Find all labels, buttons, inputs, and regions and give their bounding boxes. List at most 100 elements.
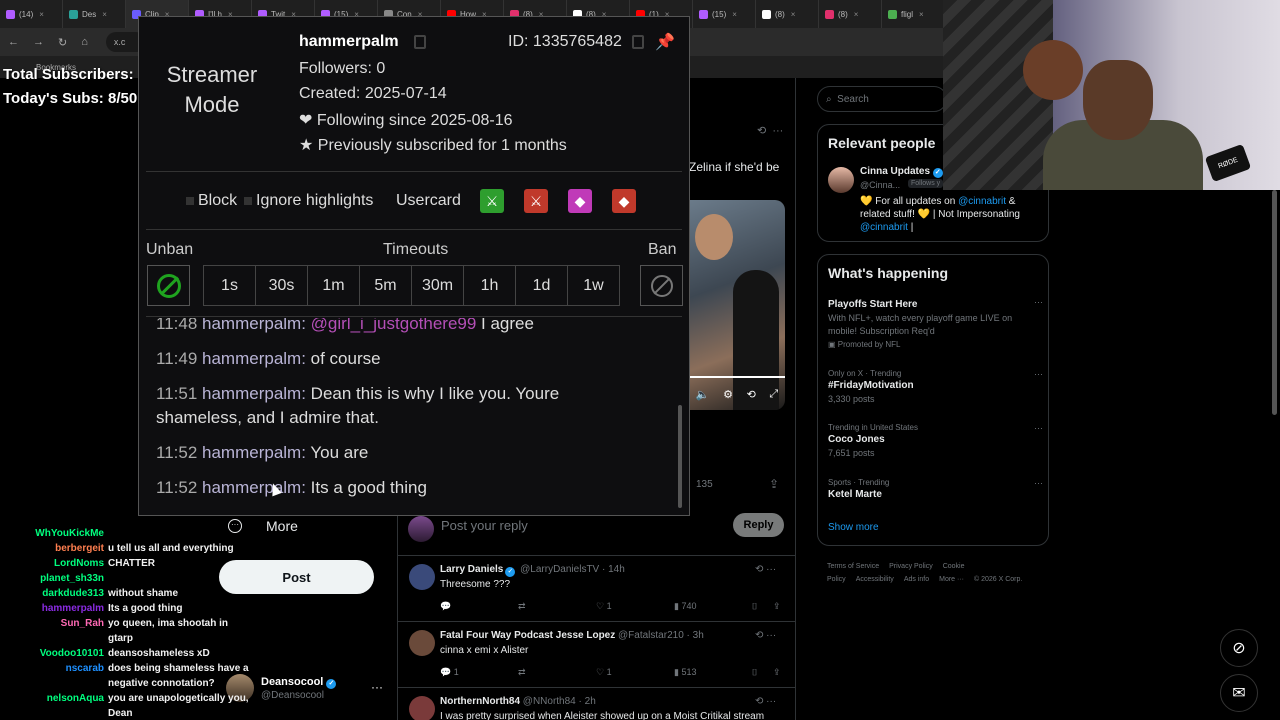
tweet[interactable]: NorthernNorth84 @NNorth84 · 2h ⟲ ··· I was…	[397, 688, 796, 720]
close-icon[interactable]: ×	[732, 10, 737, 19]
message-mention[interactable]: @girl_i_justgothere99	[311, 318, 477, 333]
tweet-more-icon[interactable]: ⟲ ···	[755, 630, 776, 641]
messages-icon[interactable]: ✉	[1220, 674, 1258, 712]
more-icon[interactable]: ···	[371, 680, 383, 694]
trend-item[interactable]: Trending in United States Coco Jones 7,6…	[828, 423, 1043, 460]
footer-link[interactable]: More ···	[939, 576, 964, 583]
message-username[interactable]: hammerpalm:	[202, 443, 306, 462]
footer-link[interactable]: © 2026 X Corp.	[974, 576, 1022, 583]
block-checkbox[interactable]: Block	[186, 192, 237, 210]
views-count[interactable]: 135	[696, 479, 713, 490]
timeout-button-1w[interactable]: 1w	[567, 265, 620, 306]
search-input[interactable]: ⌕ Search	[817, 86, 947, 112]
close-icon[interactable]: ×	[791, 10, 796, 19]
ban-button[interactable]	[640, 265, 683, 306]
message-username[interactable]: hammerpalm:	[202, 384, 306, 403]
views-icon[interactable]: ▮ 513	[674, 667, 696, 678]
trend-item[interactable]: Sports · Trending Ketel Marte ···	[828, 478, 1043, 500]
tweet-author[interactable]: NorthernNorth84	[440, 696, 520, 707]
usercard-button[interactable]: Usercard	[396, 192, 461, 210]
avatar[interactable]	[409, 564, 435, 590]
close-icon[interactable]: ×	[102, 10, 107, 19]
more-icon[interactable]: ···	[1034, 423, 1043, 433]
rotate-icon[interactable]: ⟲	[747, 388, 756, 401]
browser-tab[interactable]: Des ×	[63, 0, 126, 28]
timeout-button-1m[interactable]: 1m	[307, 265, 360, 306]
sword-icon[interactable]: ⚔	[524, 189, 548, 213]
browser-tab[interactable]: (8) ×	[756, 0, 819, 28]
close-icon[interactable]: ×	[854, 10, 859, 19]
tweet-author[interactable]: Fatal Four Way Podcast Jesse Lopez	[440, 630, 615, 641]
reply-button[interactable]: Reply	[733, 513, 784, 537]
unban-button[interactable]	[147, 265, 190, 306]
message-username[interactable]: hammerpalm:	[202, 349, 306, 368]
more-icon[interactable]: ···	[1034, 478, 1043, 488]
tweet-author[interactable]: Larry Daniels	[440, 564, 503, 575]
video-progress[interactable]	[689, 376, 785, 378]
tweet-more-icon[interactable]: ⟲ ···	[755, 564, 776, 575]
timeout-button-1d[interactable]: 1d	[515, 265, 568, 306]
scrollbar[interactable]	[1272, 190, 1277, 415]
footer-link[interactable]: Privacy Policy	[889, 563, 933, 570]
tweet[interactable]: Larry Daniels ✓ @LarryDanielsTV · 14h ⟲ ··…	[397, 556, 796, 622]
views-icon[interactable]: ▮ 740	[674, 601, 696, 612]
trend-item[interactable]: Only on X · Trending #FridayMotivation 3…	[828, 369, 1043, 406]
chat-username[interactable]: WhYouKickMe	[35, 527, 104, 540]
chat-username[interactable]: Voodoo10101	[40, 647, 104, 660]
scrollbar[interactable]	[678, 405, 682, 508]
more-icon[interactable]: ···	[1034, 369, 1043, 379]
back-icon[interactable]: ←	[8, 36, 19, 48]
share-icon[interactable]: ⇪	[773, 601, 781, 612]
grok-icon[interactable]: ⊘	[1220, 629, 1258, 667]
tweet-more-icon[interactable]: ⟲ ···	[755, 696, 776, 707]
trend-item[interactable]: Playoffs Start Here With NFL+, watch eve…	[828, 297, 1043, 349]
footer-link[interactable]: Accessibility	[856, 576, 894, 583]
reply-icon[interactable]: 💬 1	[440, 667, 459, 678]
browser-tab[interactable]: (14) ×	[0, 0, 63, 28]
chat-username[interactable]: hammerpalm	[42, 602, 104, 615]
repost-icon[interactable]: ⇄	[518, 667, 526, 678]
browser-tab[interactable]: (8) ×	[819, 0, 882, 28]
footer-link[interactable]: Terms of Service	[827, 563, 879, 570]
footer-link[interactable]: Ads info	[904, 576, 929, 583]
browser-tab[interactable]: fligl ×	[882, 0, 945, 28]
timeout-button-30s[interactable]: 30s	[255, 265, 308, 306]
volume-icon[interactable]: 🔈	[696, 388, 710, 401]
avatar[interactable]	[828, 167, 854, 193]
timeout-button-1s[interactable]: 1s	[203, 265, 256, 306]
message-username[interactable]: hammerpalm:	[202, 318, 306, 333]
chat-username[interactable]: nelsonAqua	[47, 692, 104, 705]
more-icon[interactable]: ···	[1034, 297, 1043, 307]
fullscreen-icon[interactable]: ⤢	[769, 388, 778, 401]
chat-username[interactable]: LordNoms	[54, 557, 104, 570]
post-actions-icons[interactable]: ⟲ ···	[757, 124, 783, 137]
timeout-button-30m[interactable]: 30m	[411, 265, 464, 306]
timeout-button-1h[interactable]: 1h	[463, 265, 516, 306]
ignore-highlights-checkbox[interactable]: Ignore highlights	[244, 192, 373, 210]
person-name[interactable]: Cinna Updates ✓	[860, 166, 943, 178]
close-icon[interactable]: ×	[39, 10, 44, 19]
share-icon[interactable]: ⇪	[769, 477, 779, 491]
gem-icon[interactable]: ◆	[568, 189, 592, 213]
pin-icon[interactable]: 📌	[655, 32, 675, 52]
browser-tab[interactable]: (15) ×	[693, 0, 756, 28]
mention-link[interactable]: @cinnabrit	[958, 196, 1006, 207]
gem-icon[interactable]: ◆	[612, 189, 636, 213]
chat-username[interactable]: Sun_Rah	[61, 617, 104, 630]
copy-icon[interactable]	[632, 35, 644, 49]
avatar[interactable]	[409, 630, 435, 656]
close-icon[interactable]: ×	[919, 10, 924, 19]
chat-username[interactable]: darkdude313	[42, 587, 104, 600]
forward-icon[interactable]: →	[33, 36, 44, 48]
chat-username[interactable]: berbergeit	[55, 542, 104, 555]
chat-username[interactable]: nscarab	[66, 662, 104, 675]
like-icon[interactable]: ♡ 1	[596, 601, 612, 612]
post-video[interactable]: 🔈 ⚙ ⟲ ⤢	[689, 200, 785, 410]
timeout-button-5m[interactable]: 5m	[359, 265, 412, 306]
tweet[interactable]: Fatal Four Way Podcast Jesse Lopez @Fata…	[397, 622, 796, 688]
copy-icon[interactable]	[414, 35, 426, 49]
reload-icon[interactable]: ↻	[58, 36, 67, 49]
bookmark-icon[interactable]: ⌷	[752, 667, 757, 678]
repost-icon[interactable]: ⇄	[518, 601, 526, 612]
mention-link[interactable]: @cinnabrit	[860, 222, 908, 233]
